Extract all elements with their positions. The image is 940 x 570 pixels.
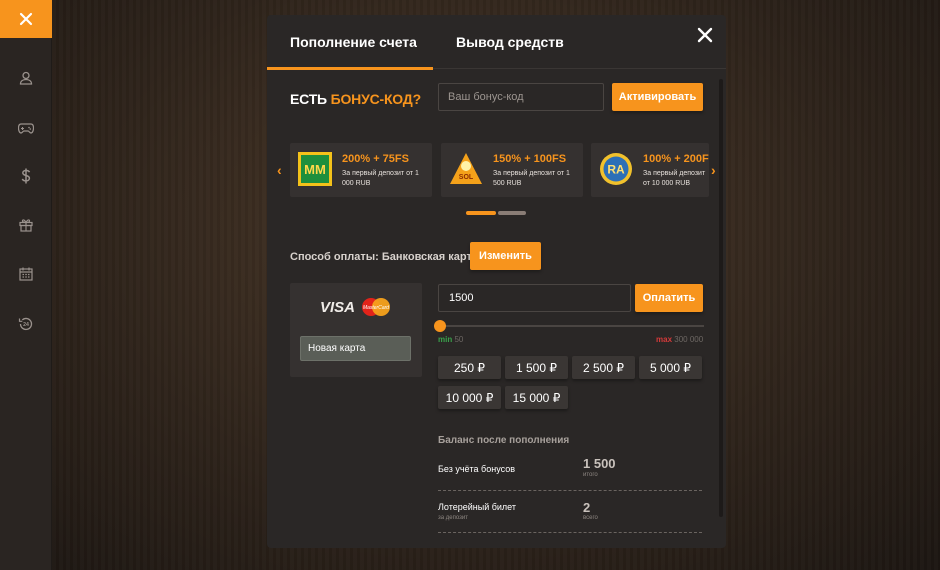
sidebar-item-profile[interactable] <box>0 66 52 90</box>
slider-max-label: max 300 000 <box>656 335 703 344</box>
balance-section-title: Баланс после пополнения <box>438 435 570 446</box>
visa-logo: VISA <box>320 299 356 316</box>
amount-input[interactable]: 1500 <box>438 284 631 312</box>
gift-icon <box>19 219 33 232</box>
promo-description: За первый депозит от 1 000 RUB <box>342 170 419 187</box>
carousel-dot-active[interactable] <box>466 211 496 215</box>
promo-logo-ra: RA <box>600 153 632 185</box>
slider-min-value: 50 <box>454 335 464 344</box>
row-divider <box>438 532 702 533</box>
promo-description: За первый депозит от 10 000 RUB <box>643 170 706 187</box>
balance-row-value: 1 500 <box>583 456 616 471</box>
quick-amount-250[interactable]: 250 ₽ <box>438 356 501 379</box>
promo-title: 150% + 100FS <box>493 153 567 165</box>
quick-amount-1500[interactable]: 1 500 ₽ <box>505 356 568 379</box>
quick-amount-5000[interactable]: 5 000 ₽ <box>639 356 702 379</box>
tab-deposit[interactable]: Пополнение счета <box>290 34 417 50</box>
promo-card[interactable]: MM 200% + 75FS За первый депозит от 1 00… <box>290 143 432 197</box>
tab-withdraw[interactable]: Вывод средств <box>456 34 564 50</box>
slider-min-text: min <box>438 335 453 344</box>
card-selector: VISA MasterCard Новая карта <box>290 283 422 377</box>
close-icon <box>697 27 713 43</box>
balance-row-value: 2 <box>583 500 591 515</box>
bonus-code-input[interactable]: Ваш бонус-код <box>438 83 604 111</box>
close-icon <box>19 12 33 26</box>
quick-amount-2500[interactable]: 2 500 ₽ <box>572 356 635 379</box>
balance-row-label: Лотерейный билет <box>438 502 517 512</box>
support-24-icon: 24 <box>18 317 33 331</box>
sidebar-item-cashier[interactable] <box>0 164 52 188</box>
slider-max-text: max <box>656 335 673 344</box>
balance-row-sublabel: за депозит <box>438 515 468 521</box>
svg-text:24: 24 <box>23 322 29 328</box>
gamepad-icon <box>18 123 34 134</box>
pay-button[interactable]: Оплатить <box>635 284 703 312</box>
bonus-title-prefix: ЕСТЬ <box>290 91 331 107</box>
activate-button[interactable]: Активировать <box>612 83 703 111</box>
promo-logo-text: RA <box>607 163 625 177</box>
promo-description: За первый депозит от 1 500 RUB <box>493 170 570 187</box>
quick-amount-10000[interactable]: 10 000 ₽ <box>438 386 501 409</box>
carousel-prev-button[interactable]: ‹ <box>277 162 282 178</box>
balance-row-unit: итого <box>583 472 598 478</box>
sidebar-close-button[interactable] <box>0 0 52 38</box>
promo-card[interactable]: SOL 150% + 100FS За первый депозит от 1 … <box>441 143 583 197</box>
change-method-button[interactable]: Изменить <box>470 242 541 270</box>
sidebar-item-bonuses[interactable] <box>0 213 52 237</box>
promo-logo-text: SOL <box>459 174 474 181</box>
sidebar: 24 <box>0 0 52 570</box>
sidebar-item-calendar[interactable] <box>0 262 52 286</box>
bonus-code-title: ЕСТЬ БОНУС-КОД? <box>290 91 421 107</box>
user-icon <box>19 71 33 85</box>
deposit-modal: Пополнение счета Вывод средств ЕСТЬ БОНУ… <box>267 15 726 548</box>
mastercard-logo-text: MasterCard <box>363 305 389 311</box>
quick-amount-15000[interactable]: 15 000 ₽ <box>505 386 568 409</box>
sidebar-item-games[interactable] <box>0 116 52 140</box>
calendar-icon <box>19 267 33 281</box>
modal-close-button[interactable] <box>696 26 714 44</box>
row-divider <box>438 490 702 491</box>
sidebar-item-support[interactable]: 24 <box>0 312 52 336</box>
modal-tabs: Пополнение счета Вывод средств <box>267 15 726 70</box>
slider-max-value: 300 000 <box>674 335 704 344</box>
balance-row-label: Без учёта бонусов <box>438 464 515 474</box>
promo-title: 200% + 75FS <box>342 153 409 165</box>
carousel-next-button[interactable]: › <box>711 162 716 178</box>
bonus-title-highlight: БОНУС-КОД? <box>330 91 422 107</box>
balance-row-unit: всего <box>583 515 598 521</box>
payment-method-label: Способ оплаты: Банковская карта <box>290 251 478 263</box>
modal-scrollbar[interactable] <box>719 79 723 517</box>
promo-logo-mm: MM <box>298 152 332 186</box>
promo-title: 100% + 200FS <box>643 153 709 165</box>
promo-logo-text: MM <box>304 162 326 177</box>
slider-min-label: min 50 <box>438 335 463 344</box>
promo-card[interactable]: RA 100% + 200FS За первый депозит от 10 … <box>591 143 709 197</box>
dollar-icon <box>21 168 31 184</box>
carousel-dot[interactable] <box>498 211 526 215</box>
promo-logo-sol: SOL <box>450 153 482 184</box>
mastercard-logo: MasterCard <box>362 298 390 316</box>
new-card-option[interactable]: Новая карта <box>300 336 411 361</box>
active-tab-indicator <box>267 67 433 70</box>
amount-slider-track[interactable] <box>441 325 704 327</box>
amount-slider-handle[interactable] <box>434 320 446 332</box>
